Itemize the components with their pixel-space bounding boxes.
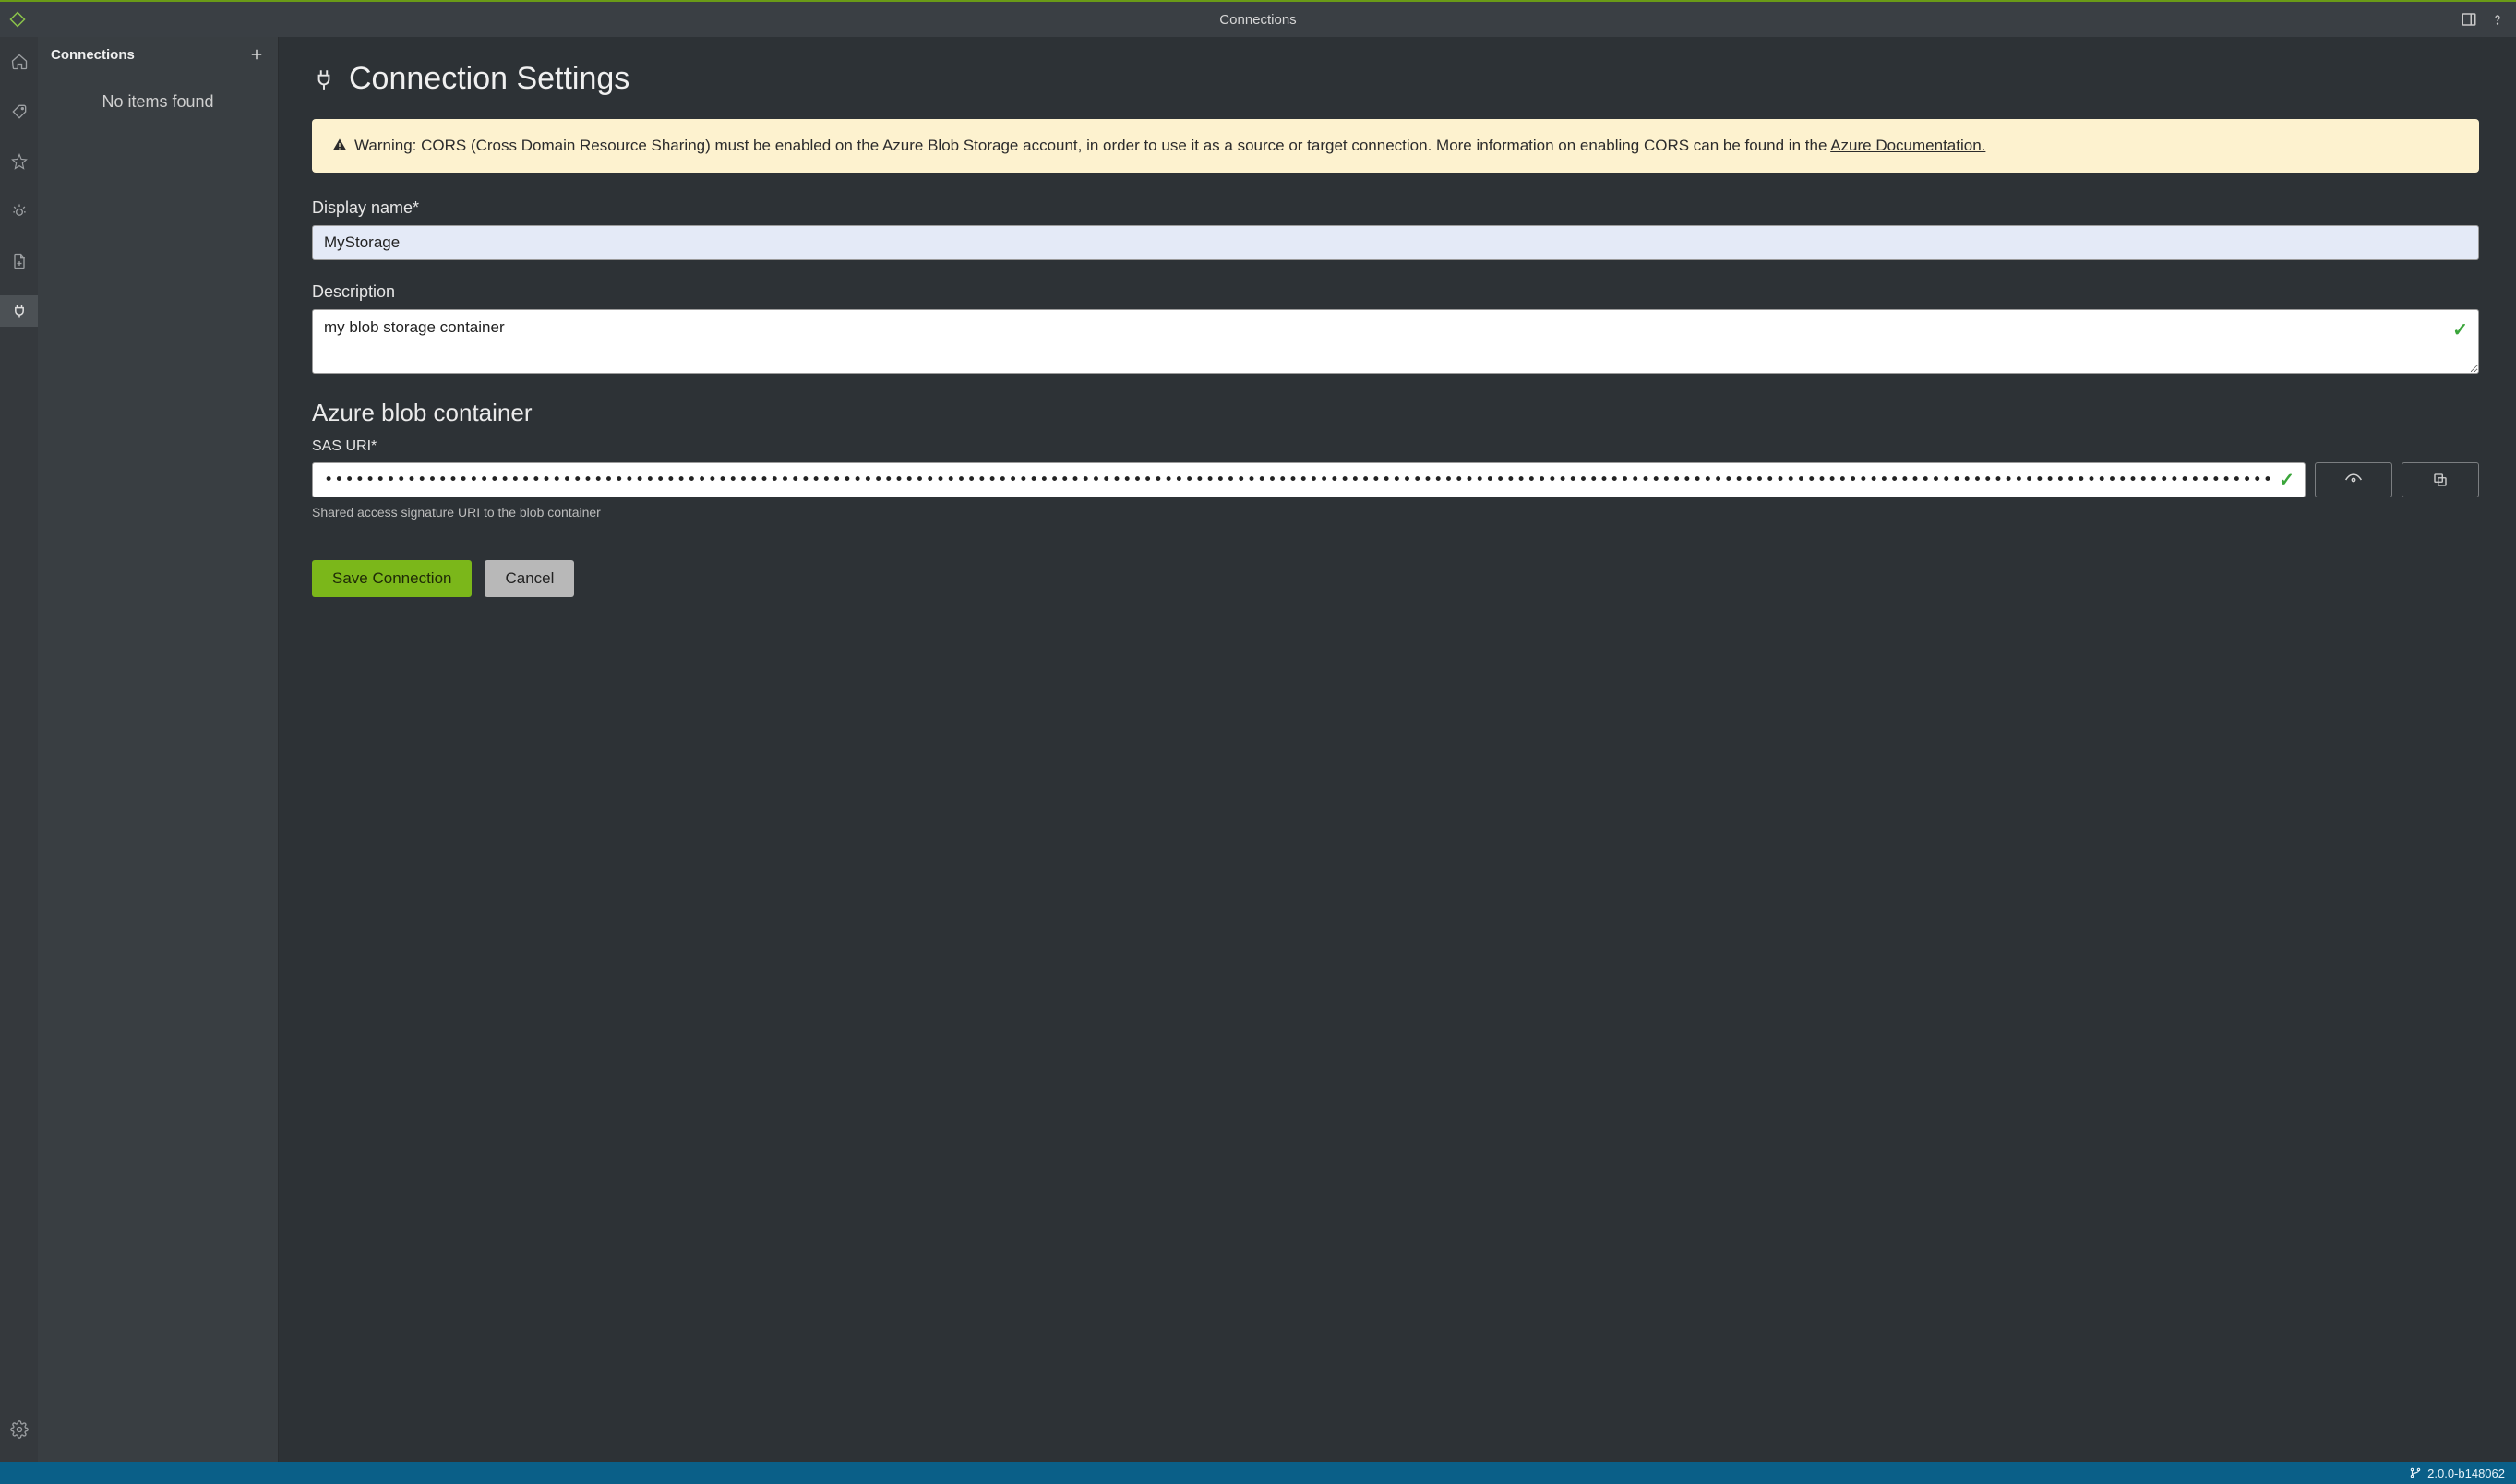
check-icon: ✓ <box>2452 318 2468 341</box>
panel-toggle-icon[interactable] <box>2461 11 2477 28</box>
connections-panel-title: Connections <box>51 47 135 63</box>
description-label: Description <box>312 282 2479 302</box>
nav-settings[interactable] <box>0 1414 38 1445</box>
copy-icon <box>2432 472 2449 488</box>
cors-warning-banner: Warning: CORS (Cross Domain Resource Sha… <box>312 119 2479 173</box>
page-title: Connection Settings <box>349 61 629 97</box>
nav-home[interactable] <box>0 46 38 78</box>
nav-insights[interactable] <box>0 196 38 227</box>
nav-tags[interactable] <box>0 96 38 127</box>
plug-icon <box>312 65 336 94</box>
check-icon: ✓ <box>2279 468 2294 491</box>
provider-section-title: Azure blob container <box>312 399 2479 427</box>
version-label: 2.0.0-b148062 <box>2427 1466 2505 1480</box>
display-name-label: Display name* <box>312 198 2479 218</box>
sas-uri-input[interactable] <box>312 462 2306 497</box>
help-icon[interactable] <box>2490 11 2505 28</box>
connections-empty-message: No items found <box>38 92 278 112</box>
window-title: Connections <box>0 12 2516 28</box>
app-logo-icon <box>9 11 26 28</box>
azure-docs-link[interactable]: Azure Documentation. <box>1830 137 1985 154</box>
branch-icon <box>2409 1466 2422 1479</box>
description-input[interactable]: my blob storage container <box>312 309 2479 374</box>
cors-warning-text: Warning: CORS (Cross Domain Resource Sha… <box>354 137 1830 154</box>
titlebar: Connections <box>0 0 2516 37</box>
nav-connections[interactable] <box>0 295 38 327</box>
add-connection-button[interactable] <box>248 46 265 63</box>
sas-uri-hint: Shared access signature URI to the blob … <box>312 505 2479 520</box>
copy-button[interactable] <box>2402 462 2479 497</box>
nav-star[interactable] <box>0 146 38 177</box>
eye-icon <box>2344 471 2363 489</box>
content-area: Connection Settings Warning: CORS (Cross… <box>279 37 2516 1462</box>
warning-icon <box>332 138 347 152</box>
nav-rail <box>0 37 38 1462</box>
connections-panel: Connections No items found <box>38 37 279 1462</box>
status-bar: 2.0.0-b148062 <box>0 1462 2516 1484</box>
sas-uri-label: SAS URI* <box>312 438 2479 455</box>
nav-file-add[interactable] <box>0 245 38 277</box>
cancel-button[interactable]: Cancel <box>485 560 574 597</box>
save-connection-button[interactable]: Save Connection <box>312 560 472 597</box>
toggle-visibility-button[interactable] <box>2315 462 2392 497</box>
display-name-input[interactable] <box>312 225 2479 260</box>
